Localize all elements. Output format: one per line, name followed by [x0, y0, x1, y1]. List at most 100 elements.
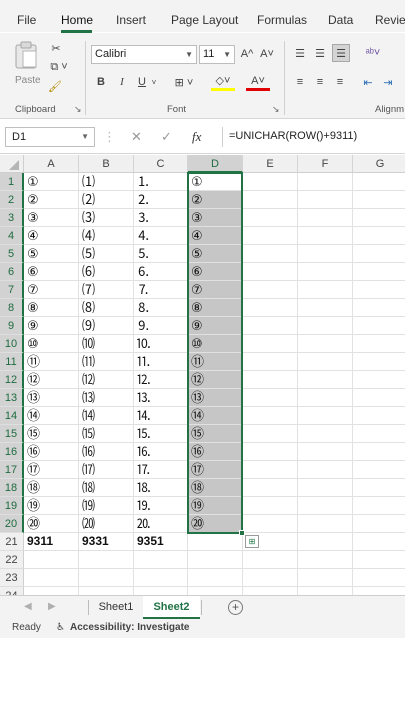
row-header-23[interactable]: 23: [0, 569, 24, 587]
cell-a10[interactable]: ⑩: [24, 335, 79, 353]
cell-c2[interactable]: ⒉: [134, 191, 188, 209]
cell-d17[interactable]: ⑰: [188, 461, 243, 479]
fill-color-icon[interactable]: ◇˅: [211, 73, 235, 91]
cell-b14[interactable]: ⒁: [79, 407, 134, 425]
cell-e16[interactable]: [243, 443, 298, 461]
cell-c8[interactable]: ⒏: [134, 299, 188, 317]
row-header-11[interactable]: 11: [0, 353, 24, 371]
cell-d8[interactable]: ⑧: [188, 299, 243, 317]
sheet-tab-sheet1[interactable]: Sheet1: [90, 596, 142, 619]
cell-b9[interactable]: ⑼: [79, 317, 134, 335]
cell-b1[interactable]: ⑴: [79, 173, 134, 191]
clipboard-launcher-icon[interactable]: ↘: [74, 104, 82, 115]
align-right-icon[interactable]: ≡: [332, 74, 348, 90]
cell-e20[interactable]: [243, 515, 298, 533]
decrease-indent-icon[interactable]: ⇤: [360, 74, 376, 90]
cell-c17[interactable]: ⒘: [134, 461, 188, 479]
row-header-24[interactable]: 24: [0, 587, 24, 595]
cell-d22[interactable]: [188, 551, 243, 569]
cell-b19[interactable]: ⒆: [79, 497, 134, 515]
column-header-g[interactable]: G: [353, 155, 405, 173]
row-header-5[interactable]: 5: [0, 245, 24, 263]
row-header-3[interactable]: 3: [0, 209, 24, 227]
cell-f18[interactable]: [298, 479, 353, 497]
cell-c6[interactable]: ⒍: [134, 263, 188, 281]
tab-formulas[interactable]: Formulas: [257, 13, 307, 27]
cell-c16[interactable]: ⒗: [134, 443, 188, 461]
font-size-select[interactable]: 11 ▼: [199, 45, 235, 64]
cell-b23[interactable]: [79, 569, 134, 587]
row-header-16[interactable]: 16: [0, 443, 24, 461]
font-name-select[interactable]: Calibri ▼: [91, 45, 197, 64]
cell-f22[interactable]: [298, 551, 353, 569]
cell-d1[interactable]: ①: [188, 173, 243, 191]
cell-d15[interactable]: ⑮: [188, 425, 243, 443]
cell-b13[interactable]: ⒀: [79, 389, 134, 407]
font-launcher-icon[interactable]: ↘: [272, 104, 280, 115]
cell-a1[interactable]: ①: [24, 173, 79, 191]
cell-d23[interactable]: [188, 569, 243, 587]
cell-a16[interactable]: ⑯: [24, 443, 79, 461]
cell-d5[interactable]: ⑤: [188, 245, 243, 263]
column-header-a[interactable]: A: [24, 155, 79, 173]
cell-e4[interactable]: [243, 227, 298, 245]
cell-b5[interactable]: ⑸: [79, 245, 134, 263]
cell-b11[interactable]: ⑾: [79, 353, 134, 371]
row-header-8[interactable]: 8: [0, 299, 24, 317]
cell-c24[interactable]: [134, 587, 188, 595]
cell-f12[interactable]: [298, 371, 353, 389]
cell-c19[interactable]: ⒚: [134, 497, 188, 515]
cell-g23[interactable]: [353, 569, 405, 587]
orientation-icon[interactable]: ᵃᵇ˅: [360, 45, 386, 61]
insert-function-icon[interactable]: fx: [192, 129, 201, 145]
cell-e14[interactable]: [243, 407, 298, 425]
cell-d7[interactable]: ⑦: [188, 281, 243, 299]
cell-a6[interactable]: ⑥: [24, 263, 79, 281]
cell-g19[interactable]: [353, 497, 405, 515]
cell-e8[interactable]: [243, 299, 298, 317]
align-middle-icon[interactable]: ☰: [312, 45, 328, 61]
cell-g24[interactable]: [353, 587, 405, 595]
shrink-font-button[interactable]: A˅: [259, 46, 275, 62]
row-header-9[interactable]: 9: [0, 317, 24, 335]
column-header-b[interactable]: B: [79, 155, 134, 173]
cell-g2[interactable]: [353, 191, 405, 209]
cell-b24[interactable]: [79, 587, 134, 595]
cell-e2[interactable]: [243, 191, 298, 209]
row-header-14[interactable]: 14: [0, 407, 24, 425]
cell-d3[interactable]: ③: [188, 209, 243, 227]
tab-review[interactable]: Review: [375, 13, 405, 27]
align-center-icon[interactable]: ≡: [312, 74, 328, 90]
cell-f10[interactable]: [298, 335, 353, 353]
cell-e9[interactable]: [243, 317, 298, 335]
cell-d11[interactable]: ⑪: [188, 353, 243, 371]
cell-d19[interactable]: ⑲: [188, 497, 243, 515]
row-header-1[interactable]: 1: [0, 173, 24, 191]
cell-f11[interactable]: [298, 353, 353, 371]
cell-g14[interactable]: [353, 407, 405, 425]
cell-d24[interactable]: [188, 587, 243, 595]
row-header-20[interactable]: 20: [0, 515, 24, 533]
cell-g11[interactable]: [353, 353, 405, 371]
cell-a2[interactable]: ②: [24, 191, 79, 209]
cell-g18[interactable]: [353, 479, 405, 497]
formula-input[interactable]: =UNICHAR(ROW()+9311): [222, 127, 405, 147]
cell-e7[interactable]: [243, 281, 298, 299]
underline-dropdown-icon[interactable]: ˅: [150, 74, 158, 90]
cell-f9[interactable]: [298, 317, 353, 335]
cell-a15[interactable]: ⑮: [24, 425, 79, 443]
cell-c15[interactable]: ⒖: [134, 425, 188, 443]
cell-a18[interactable]: ⑱: [24, 479, 79, 497]
cell-f4[interactable]: [298, 227, 353, 245]
bold-button[interactable]: B: [94, 74, 108, 90]
cell-e13[interactable]: [243, 389, 298, 407]
copy-icon[interactable]: ⧉ ˅: [48, 60, 70, 74]
cell-b4[interactable]: ⑷: [79, 227, 134, 245]
cell-g10[interactable]: [353, 335, 405, 353]
cell-d13[interactable]: ⑬: [188, 389, 243, 407]
cell-g4[interactable]: [353, 227, 405, 245]
cell-b16[interactable]: ⒃: [79, 443, 134, 461]
select-all-button[interactable]: [0, 155, 24, 173]
cell-b15[interactable]: ⒂: [79, 425, 134, 443]
row-header-7[interactable]: 7: [0, 281, 24, 299]
